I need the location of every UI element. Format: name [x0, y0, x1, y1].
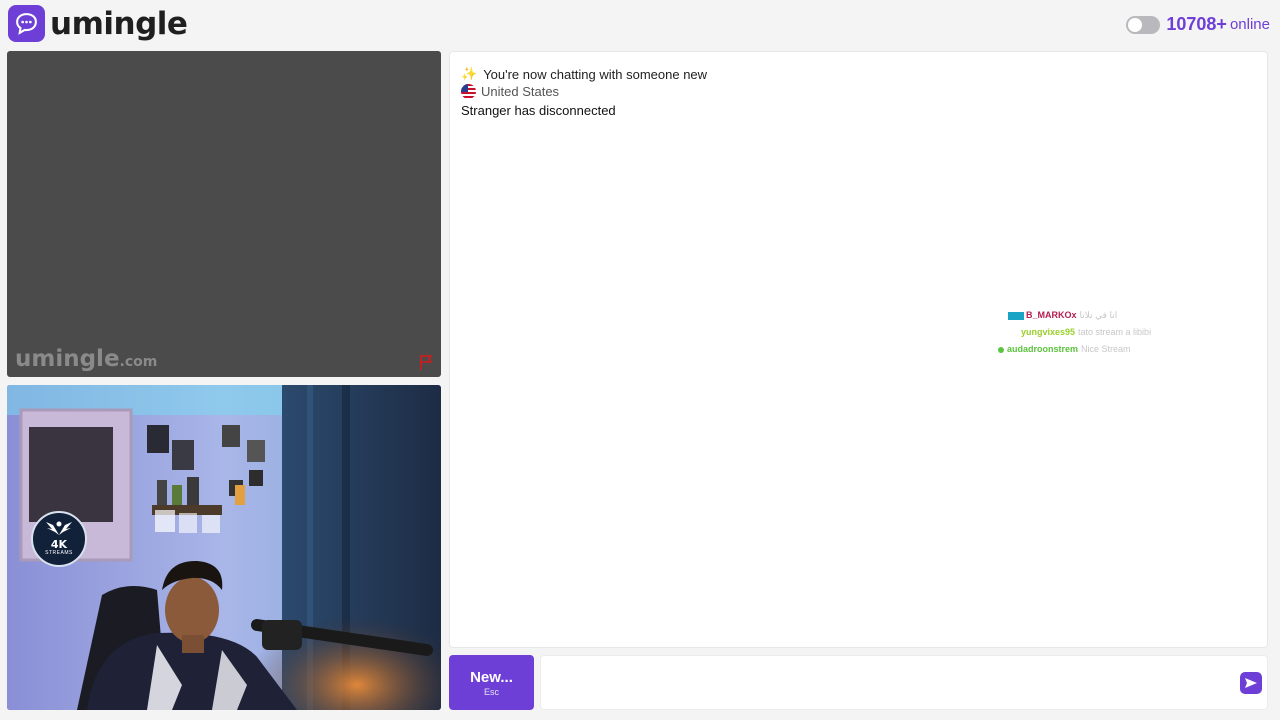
toggle-knob	[1128, 17, 1143, 32]
sparkles-icon: ✨	[461, 66, 478, 81]
overlay-user: yungvixes95	[1021, 327, 1076, 337]
message-input-container	[540, 655, 1268, 710]
brand-logo[interactable]: umingle	[8, 5, 188, 42]
chat-message: United States	[461, 84, 559, 99]
self-camera-video: 4K STREAMS	[7, 385, 441, 710]
chat-message-text: United States	[481, 84, 560, 99]
stranger-video: umingle.com	[7, 51, 441, 377]
brand-name: umingle	[50, 5, 188, 42]
theme-toggle[interactable]	[1126, 15, 1161, 34]
chat-panel[interactable]: ✨ You're now chatting with someone new U…	[449, 51, 1268, 648]
badge-icon	[1008, 311, 1024, 320]
chat-message-text: Stranger has disconnected	[461, 103, 616, 118]
online-count: 10708+	[1166, 14, 1227, 34]
chat-message: Stranger has disconnected	[461, 103, 616, 118]
overlay-user: audadroonstrem	[1007, 344, 1079, 354]
chat-message-text: You're now chatting with someone new	[483, 66, 708, 82]
online-label: online	[1229, 16, 1270, 33]
video-watermark: umingle.com	[15, 346, 157, 372]
stream-overlay-line: yungvixes95 tato stream a libibi	[1021, 327, 1151, 337]
stream-overlay-line: audadroonstrem Nice Stream	[998, 344, 1131, 354]
stream-overlay-line: B_MARKOx انا في تلاتا	[1008, 310, 1117, 321]
channel-avatar-text: 4K	[50, 537, 68, 551]
chat-message: ✨ You're now chatting with someone new	[461, 66, 707, 82]
online-status: 10708+ online	[1126, 14, 1270, 35]
new-chat-button[interactable]: New... Esc	[449, 655, 534, 710]
new-chat-label: New...	[470, 668, 513, 686]
dot-icon	[998, 346, 1004, 353]
message-input[interactable]	[551, 656, 1231, 709]
eagle-icon	[46, 521, 72, 535]
chat-bubble-icon	[8, 5, 45, 42]
report-flag-icon[interactable]	[418, 353, 436, 371]
overlay-user: B_MARKOx	[1026, 310, 1077, 320]
new-chat-shortcut-hint: Esc	[483, 686, 499, 697]
send-icon	[1245, 678, 1257, 688]
overlay-text: tato stream a libibi	[1078, 327, 1152, 337]
overlay-text: Nice Stream	[1081, 344, 1131, 354]
watermark-suffix: .com	[119, 354, 158, 370]
channel-avatar: 4K STREAMS	[31, 511, 87, 567]
us-flag-icon	[461, 84, 476, 99]
overlay-text: انا في تلاتا	[1079, 310, 1118, 320]
channel-avatar-subtext: STREAMS	[45, 549, 73, 556]
watermark-main: umingle	[15, 346, 120, 372]
send-button[interactable]	[1240, 672, 1262, 694]
